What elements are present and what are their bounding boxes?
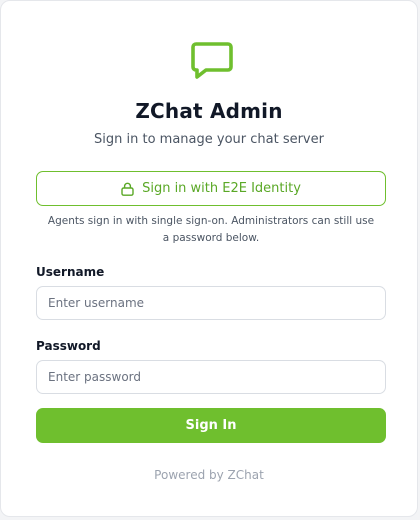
chat-bubble-icon <box>190 39 234 83</box>
password-label: Password <box>36 339 101 353</box>
powered-by-footer: Powered by ZChat <box>154 468 264 482</box>
username-label: Username <box>36 265 105 279</box>
sso-hint-text: Agents sign in with single sign-on. Admi… <box>47 215 375 244</box>
lock-icon <box>121 182 134 196</box>
login-card: ZChat Admin Sign in to manage your chat … <box>0 0 418 517</box>
page-title: ZChat Admin <box>135 99 283 123</box>
sign-in-button[interactable]: Sign In <box>36 408 386 443</box>
password-input[interactable] <box>36 360 386 394</box>
sso-button-label: Sign in with E2E Identity <box>142 181 301 196</box>
sso-sign-in-button[interactable]: Sign in with E2E Identity <box>36 171 386 206</box>
page-subtitle: Sign in to manage your chat server <box>94 132 324 147</box>
username-input[interactable] <box>36 286 386 320</box>
